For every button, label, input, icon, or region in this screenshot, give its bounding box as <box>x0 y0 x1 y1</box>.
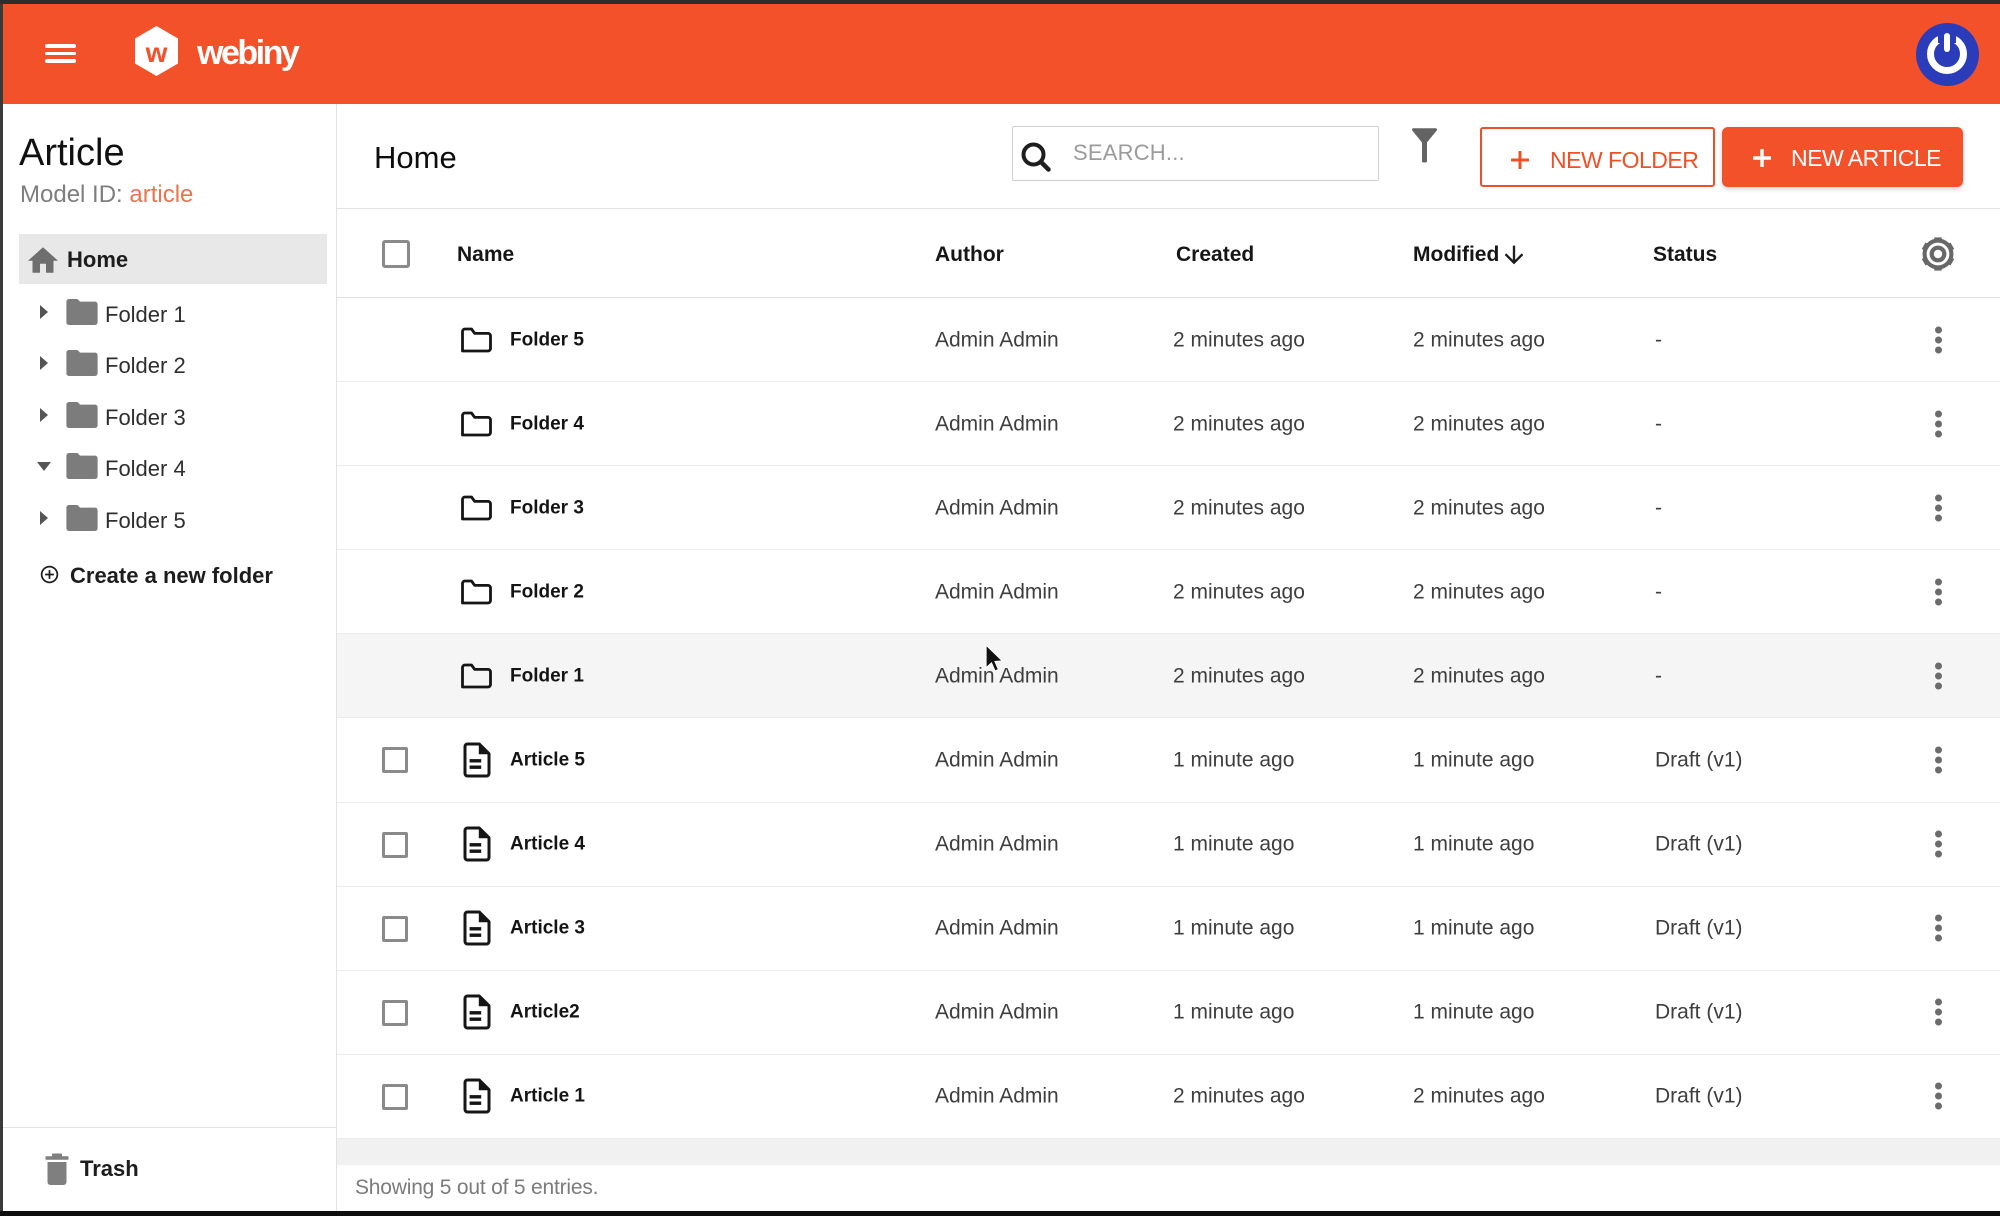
svg-text:w: w <box>145 37 168 68</box>
